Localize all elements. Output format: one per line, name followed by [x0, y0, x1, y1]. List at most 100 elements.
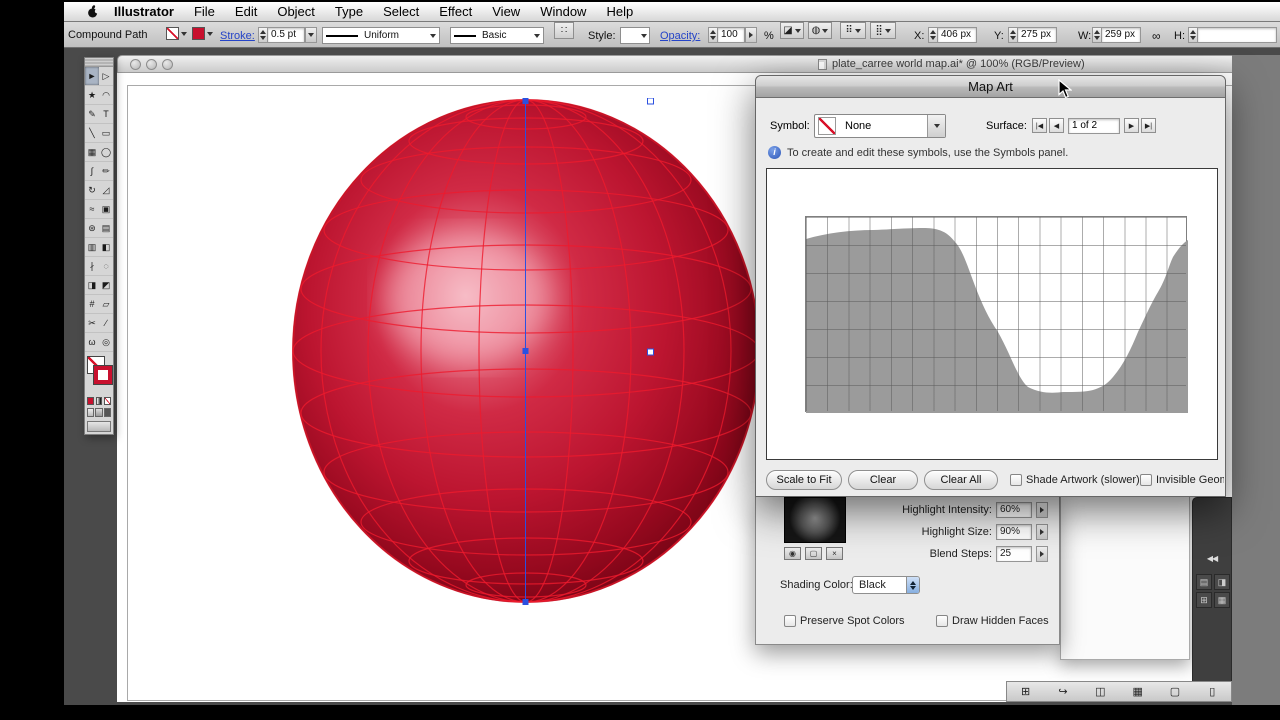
previous-surface-button[interactable]: ◀ — [1049, 118, 1064, 133]
menu-file[interactable]: File — [184, 2, 225, 21]
h-field[interactable] — [1197, 27, 1277, 43]
surface-field[interactable]: 1 of 2 — [1068, 118, 1120, 134]
highlight-size-field[interactable]: 90% — [996, 524, 1032, 540]
menu-edit[interactable]: Edit — [225, 2, 267, 21]
rotate-tool[interactable]: ↻ — [85, 181, 99, 200]
stroke-color-button[interactable] — [192, 27, 213, 40]
symbol-sprayer-tool[interactable]: ⊛ — [85, 219, 99, 238]
h-combo[interactable] — [1188, 27, 1277, 43]
symbol-dropdown-button[interactable] — [927, 115, 945, 137]
menu-illustrator[interactable]: Illustrator — [104, 2, 184, 21]
opacity-link[interactable]: Opacity: — [660, 30, 700, 42]
w-combo[interactable]: 259 px — [1092, 27, 1141, 43]
warp-tool[interactable]: ≈ — [85, 200, 99, 219]
sphere-artwork[interactable] — [292, 98, 762, 606]
preserve-spot-colors-checkbox[interactable]: Preserve Spot Colors — [784, 615, 905, 627]
delete-icon[interactable]: × — [826, 547, 843, 560]
action-icon[interactable]: ↪ — [1055, 685, 1071, 698]
handle-top-right[interactable] — [648, 98, 654, 104]
none-button[interactable] — [104, 397, 111, 405]
line-tool[interactable]: ╲ — [85, 124, 99, 143]
draw-hidden-faces-checkbox[interactable]: Draw Hidden Faces — [936, 615, 1049, 627]
last-surface-button[interactable]: ▶| — [1141, 118, 1156, 133]
fill-color-button[interactable] — [166, 27, 187, 40]
first-surface-button[interactable]: |◀ — [1032, 118, 1047, 133]
scale-to-fit-button[interactable]: Scale to Fit — [766, 470, 842, 490]
highlight-intensity-popup[interactable] — [1036, 502, 1048, 518]
map-art-preview[interactable] — [766, 168, 1218, 460]
full-screen-mode-button[interactable] — [104, 408, 111, 417]
stroke-weight-combo[interactable]: 0.5 pt — [258, 27, 317, 43]
toolbox-bottom-button[interactable] — [87, 421, 111, 432]
pencil-tool[interactable]: ✏ — [99, 162, 113, 181]
lasso-tool[interactable]: ◠ — [99, 86, 113, 105]
clear-all-button[interactable]: Clear All — [924, 470, 998, 490]
standard-screen-mode-button[interactable] — [87, 408, 94, 417]
color-button[interactable] — [87, 397, 94, 405]
menu-object[interactable]: Object — [267, 2, 325, 21]
full-screen-menu-mode-button[interactable] — [95, 408, 102, 417]
panel-icon-d[interactable]: ▦ — [1214, 592, 1230, 608]
panel-icon-b[interactable]: ◨ — [1214, 574, 1230, 590]
highlight-size-popup[interactable] — [1036, 524, 1048, 540]
selection-tool[interactable]: ► — [85, 67, 99, 86]
blend-steps-field[interactable]: 25 — [996, 546, 1032, 562]
ellipse-tool[interactable]: ◯ — [99, 143, 113, 162]
dock-collapse-icon[interactable]: ◀◀ — [1193, 554, 1231, 563]
stroke-stepper[interactable] — [258, 27, 267, 43]
graphic-style-button-b[interactable]: ◍ — [808, 22, 832, 39]
constrain-proportions-icon[interactable]: ∞ — [1152, 29, 1161, 43]
orbit-icon[interactable]: ◉ — [784, 547, 801, 560]
trash-icon[interactable]: ▯ — [1204, 685, 1220, 698]
w-stepper[interactable] — [1092, 27, 1101, 43]
graphic-style-button-a[interactable]: ◪ — [780, 22, 804, 39]
pen-tool[interactable]: ✎ — [85, 105, 99, 124]
w-field[interactable]: 259 px — [1101, 27, 1141, 43]
handle-mid-right[interactable] — [648, 349, 654, 355]
next-surface-button[interactable]: ▶ — [1124, 118, 1139, 133]
stroke-swatch[interactable] — [94, 366, 112, 384]
y-stepper[interactable] — [1008, 27, 1017, 43]
anchor-bottom[interactable] — [523, 599, 529, 605]
graph-tool[interactable]: ▤ — [99, 219, 113, 238]
zoom-tool[interactable]: ◎ — [99, 333, 113, 352]
live-paint-tool[interactable]: ◨ — [85, 276, 99, 295]
x-field[interactable]: 406 px — [937, 27, 977, 43]
stroke-weight-dropdown[interactable] — [305, 27, 317, 43]
knife-tool[interactable]: ∕ — [99, 314, 113, 333]
rectangular-grid-tool[interactable]: ▦ — [85, 143, 99, 162]
invisible-geometry-checkbox[interactable]: Invisible Geometry — [1140, 474, 1224, 486]
x-combo[interactable]: 406 px — [928, 27, 977, 43]
stroke-link[interactable]: Stroke: — [220, 30, 255, 42]
gradient-button[interactable] — [96, 397, 103, 405]
minimize-button[interactable] — [146, 59, 157, 70]
slice-tool[interactable]: ▱ — [99, 295, 113, 314]
menu-type[interactable]: Type — [325, 2, 373, 21]
shade-artwork-checkbox[interactable]: Shade Artwork (slower) — [1010, 474, 1140, 486]
panel-icon-c[interactable]: ⊞ — [1196, 592, 1212, 608]
opacity-field[interactable]: 100 — [717, 27, 745, 43]
recolor-artwork-button[interactable]: ∷ — [554, 22, 574, 39]
align-button-a[interactable]: ⠿ — [840, 22, 866, 39]
mask-icon[interactable]: ◫ — [1092, 685, 1108, 698]
apple-menu-icon[interactable] — [86, 4, 100, 19]
stroke-weight-field[interactable]: 0.5 pt — [267, 27, 305, 43]
style-dropdown[interactable] — [620, 27, 650, 44]
y-combo[interactable]: 275 px — [1008, 27, 1057, 43]
opacity-combo[interactable]: 100 — [708, 27, 757, 43]
panel-icon-a[interactable]: ▤ — [1196, 574, 1212, 590]
shading-color-dropdown[interactable]: Black — [852, 576, 920, 594]
anchor-center[interactable] — [523, 348, 529, 354]
new-item-icon[interactable]: ▢ — [1167, 685, 1183, 698]
menu-select[interactable]: Select — [373, 2, 429, 21]
menu-view[interactable]: View — [482, 2, 530, 21]
direct-selection-tool[interactable]: ▷ — [99, 67, 113, 86]
scale-tool[interactable]: ◿ — [99, 181, 113, 200]
page-icon[interactable]: ▢ — [805, 547, 822, 560]
x-stepper[interactable] — [928, 27, 937, 43]
link-icon[interactable]: ⊞ — [1018, 685, 1034, 698]
grid-icon[interactable]: ▦ — [1130, 685, 1146, 698]
anchor-top[interactable] — [523, 98, 529, 104]
rectangle-tool[interactable]: ▭ — [99, 124, 113, 143]
y-field[interactable]: 275 px — [1017, 27, 1057, 43]
